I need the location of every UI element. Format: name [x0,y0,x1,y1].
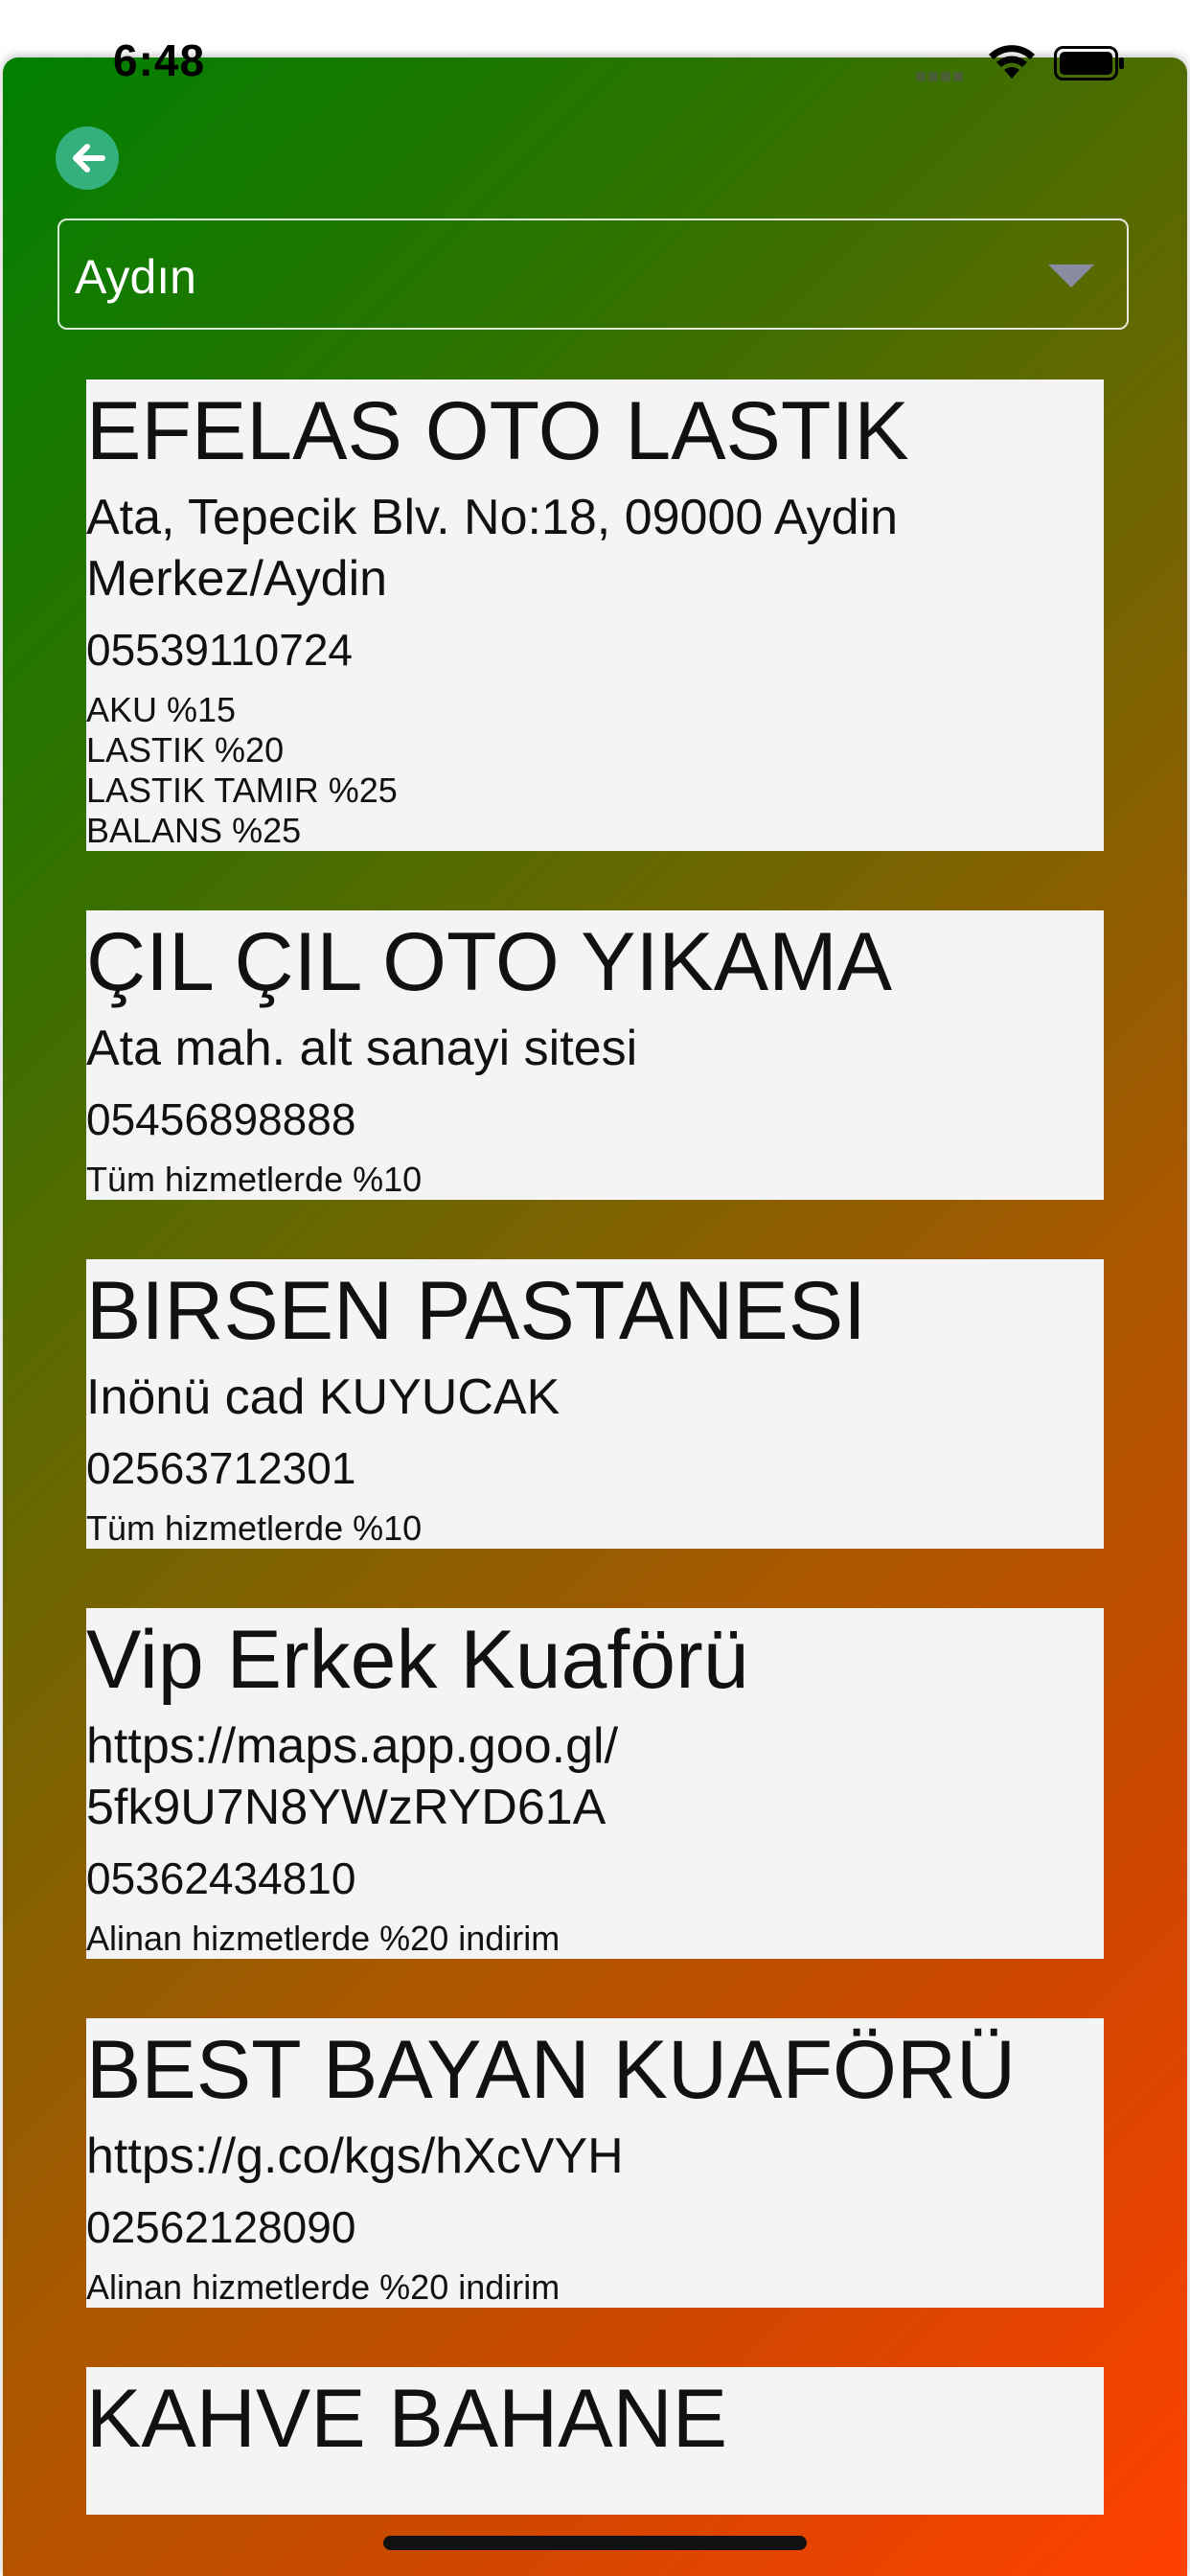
business-name: BIRSEN PASTANESI [86,1265,867,1357]
business-address: Ata mah. alt sanayi sitesi [86,1021,638,1076]
business-discount: AKU %15 LASTIK %20 LASTIK TAMIR %25 BALA… [86,690,398,850]
business-name: ÇIL ÇIL OTO YIKAMA [86,916,893,1008]
status-time: 6:48 [113,35,206,85]
status-bar: 6:48 [0,0,1190,125]
business-phone: 02563712301 [86,1443,356,1493]
home-indicator [383,2536,807,2550]
business-address: Inönü cad KUYUCAK [86,1369,561,1425]
business-name: KAHVE BAHANE [86,2373,728,2465]
business-discount: Alinan hizmetlerde %20 indirim [86,2267,561,2307]
business-discount: Tüm hizmetlerde %10 [86,1160,423,1199]
business-discount: Alinan hizmetlerde %20 indirim [86,1919,561,1958]
signal-icon [916,69,968,82]
business-phone: 05456898888 [86,1094,356,1144]
business-phone: 02562128090 [86,2202,356,2252]
city-select-value: Aydın [75,250,196,304]
business-card[interactable]: EFELAS OTO LASTIK Ata, Tepecik Blv. No:1… [86,380,1104,851]
business-card[interactable]: Vip Erkek Kuaförü https://maps.app.goo.g… [86,1608,1104,1959]
business-phone: 05362434810 [86,1853,356,1903]
business-card[interactable]: BIRSEN PASTANESI Inönü cad KUYUCAK 02563… [86,1259,1104,1549]
city-select[interactable]: Aydın [57,218,1129,330]
business-name: BEST BAYAN KUAFÖRÜ [86,2024,1017,2116]
wifi-icon [989,45,1035,79]
business-card[interactable]: KAHVE BAHANE [86,2367,1104,2515]
business-discount: Tüm hizmetlerde %10 [86,1508,423,1548]
chevron-down-icon [1048,264,1094,288]
business-address: https://g.co/kgs/hXcVYH [86,2128,624,2184]
business-name: EFELAS OTO LASTIK [86,385,909,477]
business-card[interactable]: ÇIL ÇIL OTO YIKAMA Ata mah. alt sanayi s… [86,910,1104,1200]
business-card[interactable]: BEST BAYAN KUAFÖRÜ https://g.co/kgs/hXcV… [86,2018,1104,2308]
business-name: Vip Erkek Kuaförü [86,1614,749,1706]
business-phone: 05539110724 [86,625,353,675]
back-button[interactable] [56,126,119,190]
screen: 6:48 Aydın EFELAS OTO LASTIK Ata, Tepeci… [0,0,1190,2576]
business-list[interactable]: EFELAS OTO LASTIK Ata, Tepecik Blv. No:1… [86,380,1104,2515]
business-address: https://maps.app.goo.gl/ 5fk9U7N8YWzRYD6… [86,1718,619,1835]
battery-icon [1054,46,1124,80]
business-address: Ata, Tepecik Blv. No:18, 09000 Aydin Mer… [86,490,899,607]
back-arrow-icon [73,144,105,172]
